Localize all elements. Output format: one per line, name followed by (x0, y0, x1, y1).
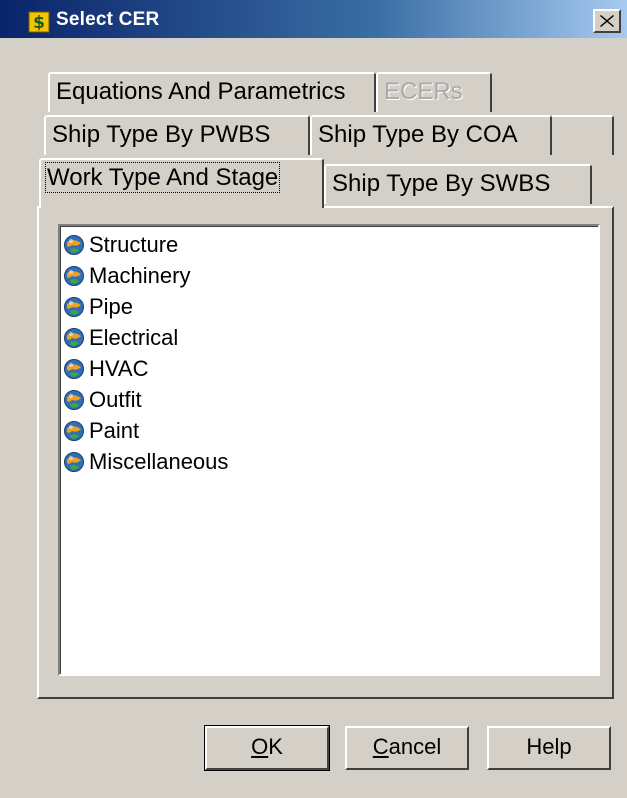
dollar-icon: $ (28, 11, 50, 33)
ok-button[interactable]: OK (204, 725, 330, 771)
help-label: Help (526, 734, 572, 759)
cancel-mnemonic: C (372, 734, 389, 759)
close-icon (600, 15, 614, 27)
ok-label-rest: K (268, 734, 283, 759)
globe-cer-icon (64, 421, 84, 441)
tree-item-label: Outfit (89, 387, 142, 412)
cancel-label-rest: ancel (388, 734, 442, 759)
tab-label: Ship Type By COA (318, 121, 518, 148)
tree-item-label: Paint (89, 418, 140, 443)
tab-label: Work Type And Stage (44, 162, 281, 193)
globe-cer-icon (64, 266, 84, 286)
ok-mnemonic: O (251, 734, 269, 759)
globe-cer-icon (64, 359, 84, 379)
cancel-button[interactable]: Cancel (345, 726, 469, 770)
tab-row-filler (552, 115, 614, 155)
tab-work-type-and-stage[interactable]: Work Type And Stage (39, 158, 324, 208)
window-title: Select CER (56, 9, 160, 30)
svg-text:$: $ (33, 13, 45, 33)
cer-tree-view[interactable]: Structure Machinery Pipe Electrical HVAC… (58, 224, 600, 676)
tab-label: Ship Type By SWBS (332, 170, 551, 197)
globe-cer-icon (64, 297, 84, 317)
tab-ecers[interactable]: ECERs (376, 72, 492, 112)
tab-label: Equations And Parametrics (56, 78, 346, 105)
tree-item-label: Miscellaneous (89, 449, 229, 474)
help-button[interactable]: Help (487, 726, 611, 770)
tab-ship-type-by-swbs[interactable]: Ship Type By SWBS (324, 164, 592, 204)
tree-item-label: Pipe (89, 294, 134, 319)
tab-equations-and-parametrics[interactable]: Equations And Parametrics (48, 72, 376, 112)
title-bar: $ Select CER (0, 0, 627, 38)
tab-ship-type-by-pwbs[interactable]: Ship Type By PWBS (44, 115, 310, 155)
tab-label: ECERs (384, 78, 463, 105)
tree-item-label: Structure (89, 232, 179, 257)
close-button[interactable] (593, 9, 621, 33)
tree-item-label: Machinery (89, 263, 191, 288)
tree-item-label: Electrical (89, 325, 179, 350)
globe-cer-icon (64, 235, 84, 255)
tree-item-label: HVAC (89, 356, 149, 381)
tab-label: Ship Type By PWBS (52, 121, 271, 148)
tab-ship-type-by-coa[interactable]: Ship Type By COA (310, 115, 552, 155)
globe-cer-icon (64, 390, 84, 410)
globe-cer-icon (64, 452, 84, 472)
globe-cer-icon (64, 328, 84, 348)
